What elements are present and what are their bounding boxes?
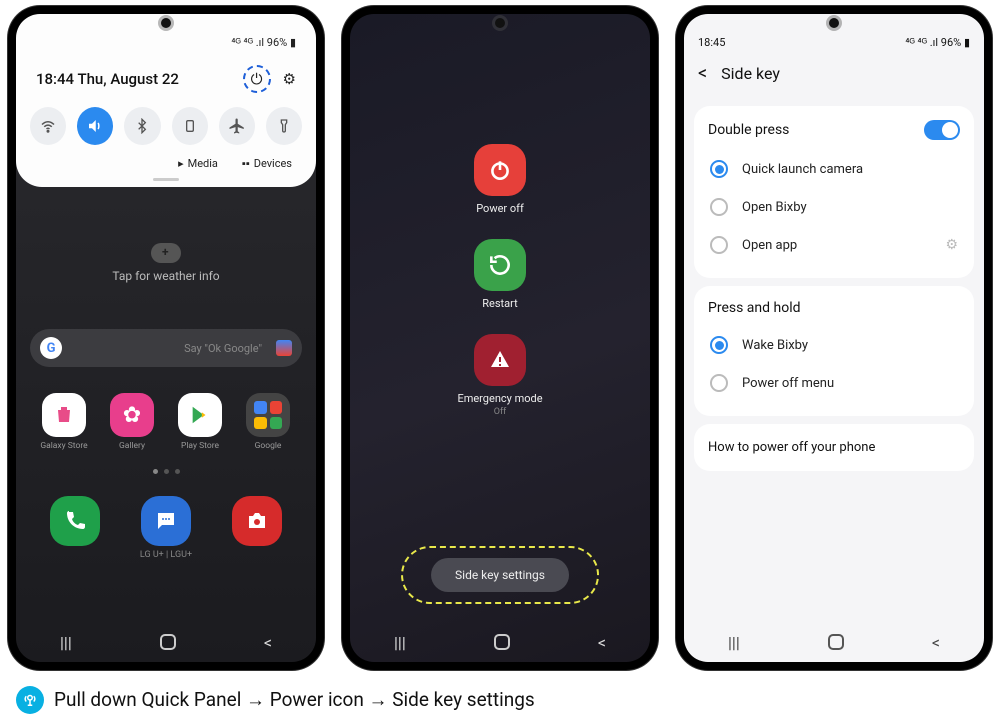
nav-bar: ||| <: [16, 622, 316, 662]
sound-toggle[interactable]: [77, 107, 113, 145]
radio-icon: [710, 198, 728, 216]
carrier-label: LG U+ | LGU+: [30, 550, 302, 560]
mic-icon[interactable]: [276, 340, 292, 356]
nav-home-icon[interactable]: [828, 634, 844, 650]
option-open-app[interactable]: Open app ⚙: [708, 226, 960, 264]
home-screen: + Tap for weather info G Say "Ok Google"…: [16, 187, 316, 560]
radio-selected-icon: [710, 160, 728, 178]
app-gallery[interactable]: ✿Gallery: [106, 393, 158, 451]
open-app-settings-gear-icon[interactable]: ⚙: [945, 237, 958, 253]
bluetooth-toggle[interactable]: [124, 107, 160, 145]
emergency-mode-button[interactable]: Emergency mode Off: [457, 334, 542, 417]
devices-button[interactable]: ▪▪ Devices: [242, 157, 292, 170]
dock-camera[interactable]: [232, 496, 282, 546]
page-indicator: [30, 469, 302, 474]
radio-icon: [710, 374, 728, 392]
how-to-power-off-link[interactable]: How to power off your phone: [694, 424, 974, 471]
nav-bar: ||| <: [350, 622, 650, 662]
power-icon[interactable]: ⏻: [251, 70, 263, 88]
section-heading: Press and hold: [708, 300, 801, 316]
power-off-button[interactable]: Power off: [474, 144, 526, 215]
nav-bar: ||| <: [684, 622, 984, 662]
status-bar: ⁴ᴳ ⁴ᴳ .ıl 96% ▮: [30, 36, 302, 49]
nav-home-icon[interactable]: [494, 634, 510, 650]
option-quick-launch-camera[interactable]: Quick launch camera: [708, 150, 960, 188]
airplane-toggle[interactable]: [219, 107, 255, 145]
double-press-toggle[interactable]: [924, 120, 960, 140]
press-and-hold-section: Press and hold Wake Bixby Power off menu: [694, 286, 974, 416]
front-camera-icon: [161, 18, 171, 28]
nav-recents-icon[interactable]: |||: [728, 633, 740, 652]
instruction-caption: Pull down Quick Panel → Power icon → Sid…: [0, 670, 1000, 714]
dock-phone[interactable]: [50, 496, 100, 546]
back-icon[interactable]: <: [698, 63, 707, 84]
weather-widget[interactable]: + Tap for weather info: [30, 243, 302, 283]
datetime-label: 18:44 Thu, August 22: [36, 70, 179, 88]
app-galaxy-store[interactable]: Galaxy Store: [38, 393, 90, 451]
radio-selected-icon: [710, 336, 728, 354]
quick-panel[interactable]: ⁴ᴳ ⁴ᴳ .ıl 96% ▮ 18:44 Thu, August 22 ⏻ ⚙: [16, 14, 316, 187]
search-hint: Say "Ok Google": [70, 342, 268, 355]
front-camera-icon: [829, 18, 839, 28]
phone-quick-panel: ⁴ᴳ ⁴ᴳ .ıl 96% ▮ 18:44 Thu, August 22 ⏻ ⚙: [8, 6, 324, 670]
front-camera-icon: [495, 18, 505, 28]
settings-gear-icon[interactable]: ⚙: [283, 70, 296, 88]
nav-recents-icon[interactable]: |||: [394, 633, 406, 652]
media-button[interactable]: ▸ Media: [178, 157, 218, 170]
rotation-toggle[interactable]: [172, 107, 208, 145]
nav-home-icon[interactable]: [160, 634, 176, 650]
panel-handle-icon[interactable]: [153, 178, 179, 181]
option-open-bixby[interactable]: Open Bixby: [708, 188, 960, 226]
phone-side-key-settings: 18:45 ⁴ᴳ ⁴ᴳ .ıl 96% ▮ < Side key Double …: [676, 6, 992, 670]
google-logo-icon: G: [40, 337, 62, 359]
nav-back-icon[interactable]: <: [264, 633, 272, 652]
dock-messages[interactable]: [141, 496, 191, 546]
radio-icon: [710, 236, 728, 254]
option-wake-bixby[interactable]: Wake Bixby: [708, 326, 960, 364]
double-press-section: Double press Quick launch camera Open Bi…: [694, 106, 974, 278]
side-key-highlight: [401, 546, 599, 604]
nav-back-icon[interactable]: <: [598, 633, 606, 652]
phone-power-menu: Power off Restart Emergency mode Off Sid…: [342, 6, 658, 670]
nav-recents-icon[interactable]: |||: [60, 633, 72, 652]
flashlight-toggle[interactable]: [266, 107, 302, 145]
section-heading: Double press: [708, 122, 789, 138]
power-icon-highlight: ⏻: [243, 65, 271, 93]
option-power-off-menu[interactable]: Power off menu: [708, 364, 960, 402]
app-google-folder[interactable]: Google: [242, 393, 294, 451]
nav-back-icon[interactable]: <: [932, 633, 940, 652]
google-search-bar[interactable]: G Say "Ok Google": [30, 329, 302, 367]
tap-gesture-icon: [16, 686, 44, 714]
wifi-toggle[interactable]: [30, 107, 66, 145]
page-title: Side key: [721, 64, 780, 83]
restart-button[interactable]: Restart: [474, 239, 526, 310]
app-play-store[interactable]: Play Store: [174, 393, 226, 451]
